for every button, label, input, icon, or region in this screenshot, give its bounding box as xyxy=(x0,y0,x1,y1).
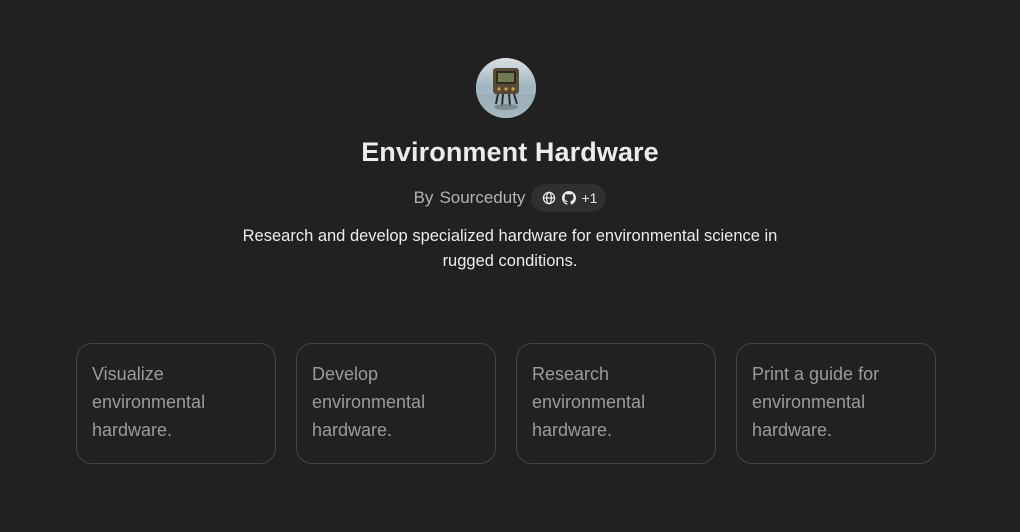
starter-card-research[interactable]: Research environmental hardware. xyxy=(516,343,716,464)
gpt-title: Environment Hardware xyxy=(361,137,659,167)
conversation-starters: Visualize environmental hardware. Develo… xyxy=(76,343,936,464)
github-icon xyxy=(561,191,576,206)
byline: By Sourceduty +1 xyxy=(0,184,1020,212)
starter-card-visualize[interactable]: Visualize environmental hardware. xyxy=(76,343,276,464)
gpt-intro-page: Environment Hardware By Sourceduty +1 Re… xyxy=(0,0,1020,532)
starter-card-print-guide[interactable]: Print a guide for environmental hardware… xyxy=(736,343,936,464)
gpt-avatar xyxy=(476,58,536,118)
byline-prefix: By xyxy=(413,188,434,207)
globe-icon xyxy=(541,191,556,206)
links-extra-count: +1 xyxy=(581,190,598,206)
starter-card-develop[interactable]: Develop environmental hardware. xyxy=(296,343,496,464)
gpt-description: Research and develop specialized hardwar… xyxy=(242,227,778,270)
links-pill-button[interactable]: +1 xyxy=(531,184,607,212)
author-name: Sourceduty xyxy=(439,188,526,207)
